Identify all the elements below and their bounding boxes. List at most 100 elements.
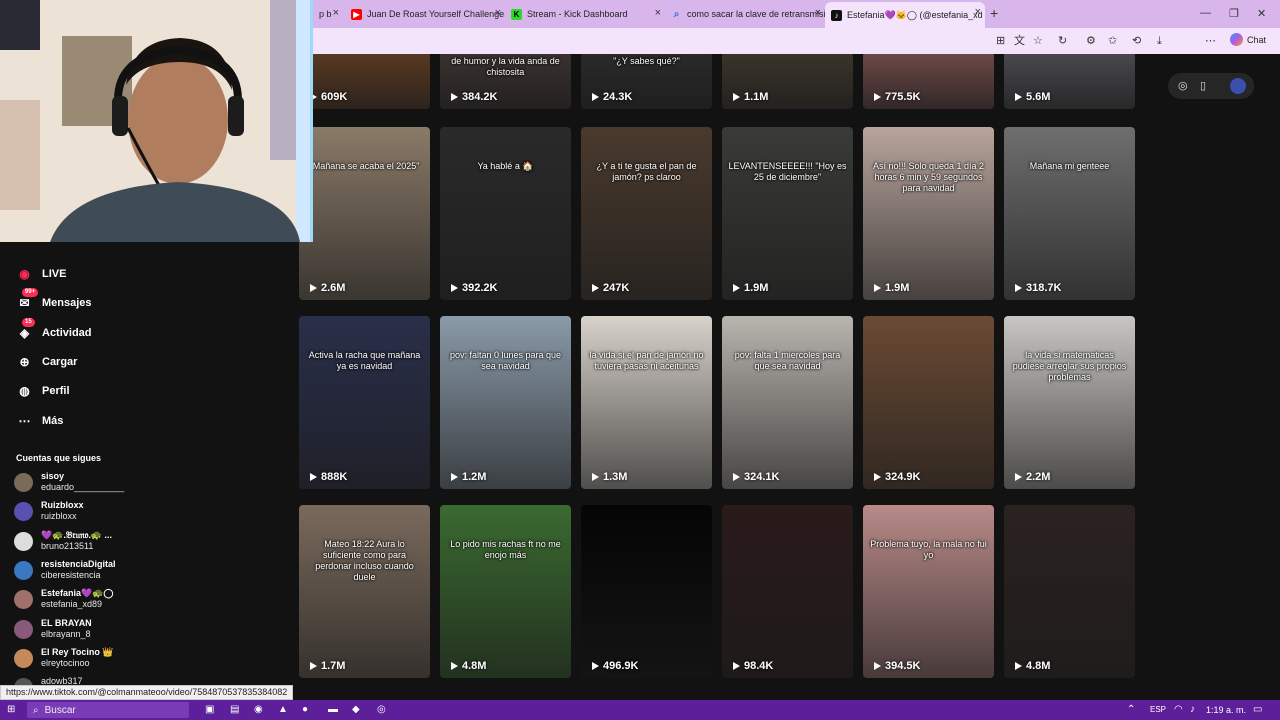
compass-icon[interactable]: ◎ xyxy=(1178,79,1188,93)
search-placeholder: Buscar xyxy=(44,704,76,716)
sidebar-item-perfil[interactable]: ◍ Perfil xyxy=(16,382,69,399)
video-tile[interactable]: pov: falta 1 miercoles para que sea navi… xyxy=(722,316,853,489)
tab-label: Estefania💜🐱◯ (@estefania_xd xyxy=(847,9,983,20)
following-account[interactable]: EL BRAYAN elbrayann_8 xyxy=(14,618,92,640)
video-tile[interactable]: LEVANTENSEEEE!!! "Hoy es 25 de diciembre… xyxy=(722,127,853,300)
video-tile[interactable]: "Mañana se acaba el 2025" 2.6M xyxy=(299,127,430,300)
video-tile[interactable]: 496.9K xyxy=(581,505,712,678)
video-tile[interactable]: Mañana mi genteee 318.7K xyxy=(1004,127,1135,300)
close-tab-icon[interactable]: × xyxy=(655,8,661,19)
account-username: bruno213511 xyxy=(41,540,94,551)
video-tile[interactable]: la vida si el pan de jamón no tuviera pa… xyxy=(581,316,712,489)
sidebar-item-ms[interactable]: ⋯ Más xyxy=(16,412,64,429)
volume-icon[interactable]: ♪ xyxy=(1190,703,1195,717)
following-account[interactable]: resistenciaDigital ciberesistencia xyxy=(14,559,116,581)
close-tab-icon[interactable]: × xyxy=(495,8,501,19)
view-count: 4.8M xyxy=(1015,660,1050,672)
view-count: 609K xyxy=(310,91,347,103)
avatar xyxy=(14,619,33,639)
download-icon[interactable]: ⤓ xyxy=(1157,34,1162,48)
view-count: 2.2M xyxy=(1015,471,1050,483)
play-icon xyxy=(874,662,881,670)
browser-tab[interactable]: ⌕ como sacar la clave de retransmisi × xyxy=(665,3,825,25)
sidebar-item-mensajes[interactable]: ✉ 99+ Mensajes xyxy=(16,288,92,311)
video-tile[interactable]: Activa la racha que mañana ya es navidad… xyxy=(299,316,430,489)
windows-start-icon[interactable]: ⊞ xyxy=(7,703,15,717)
restore-icon[interactable]: ❐ xyxy=(1229,7,1239,20)
close-tab-icon[interactable]: × xyxy=(333,8,339,19)
edge-icon[interactable]: ◉ xyxy=(254,703,263,717)
following-account[interactable]: Estefania💜🐢◯ estefania_xd89 xyxy=(14,588,114,610)
translate-icon[interactable]: 文 xyxy=(1014,34,1025,48)
copilot-chat-button[interactable]: Chat xyxy=(1229,33,1266,46)
view-count: 247K xyxy=(592,282,629,294)
video-tile[interactable]: 1.1M xyxy=(722,54,853,109)
video-tile[interactable]: Ya hablé a 🏠 392.2K xyxy=(440,127,571,300)
video-tile[interactable]: de humor y la vida anda de chistosita 384… xyxy=(440,54,571,109)
more-options-icon[interactable]: ⋯ xyxy=(1205,34,1216,48)
view-count: 318.7K xyxy=(1015,282,1061,294)
video-tile[interactable]: 324.9K xyxy=(863,316,994,489)
obs-icon[interactable]: ◎ xyxy=(377,703,386,717)
favorites-icon[interactable]: ✩ xyxy=(1108,34,1117,48)
video-tile[interactable]: ¿Y a ti te gusta el pan de jamón? ps cla… xyxy=(581,127,712,300)
video-tile[interactable]: Problema tuyo, la mala no fui yo 394.5K xyxy=(863,505,994,678)
windows-taskbar: ⊞ ⌕ Buscar ▣ ▤ ◉ ▲ ● ▬ ◆ ◎ ⌃ ESP ◠ ♪ 1:1… xyxy=(0,700,1280,720)
video-tile[interactable]: 5.6M xyxy=(1004,54,1135,109)
close-window-icon[interactable]: ✕ xyxy=(1257,7,1266,20)
video-tile[interactable]: Lo pido mis rachas ft no me enojo más 4.8… xyxy=(440,505,571,678)
mobile-icon[interactable]: ▯ xyxy=(1200,79,1206,93)
video-tile[interactable]: 775.5K xyxy=(863,54,994,109)
following-account[interactable]: El Rey Tocino 👑 elreytocinoo xyxy=(14,647,114,669)
close-tab-icon[interactable]: × xyxy=(975,7,981,18)
apps-icon[interactable]: ⊞ xyxy=(996,34,1005,48)
video-caption: Activa la racha que mañana ya es navidad xyxy=(308,350,421,371)
tray-arrow-icon[interactable]: ⌃ xyxy=(1127,703,1135,717)
language-indicator[interactable]: ESP xyxy=(1150,703,1166,717)
play-icon xyxy=(592,662,599,670)
following-account[interactable]: Ruizbloxx ruizbloxx xyxy=(14,500,84,522)
browser-tab[interactable]: ▶ Juan De Roast Yourself Challenge × xyxy=(345,3,505,25)
sidebar-item-live[interactable]: ◉ LIVE xyxy=(16,265,66,282)
view-count: 1.9M xyxy=(733,282,768,294)
taskview-icon[interactable]: ▣ xyxy=(205,703,214,717)
browser-tab[interactable]: p b × xyxy=(313,3,343,25)
video-tile[interactable]: Así no!!! Solo queda 1 día 2 horas 6 min… xyxy=(863,127,994,300)
video-tile[interactable]: la vida si matematicas pudiese arreglar … xyxy=(1004,316,1135,489)
app-icon[interactable]: ▬ xyxy=(328,703,338,717)
close-tab-icon[interactable]: × xyxy=(815,8,821,19)
file-explorer-icon[interactable]: ▤ xyxy=(230,703,239,717)
account-names: Ruizbloxx ruizbloxx xyxy=(41,500,84,522)
sidebar-item-actividad[interactable]: ◈ 15 Actividad xyxy=(16,318,92,341)
taskbar-search[interactable]: ⌕ Buscar xyxy=(27,702,189,718)
refresh-icon[interactable]: ↻ xyxy=(1058,34,1067,48)
video-tile[interactable]: 609K xyxy=(299,54,430,109)
history-icon[interactable]: ⟲ xyxy=(1132,34,1141,48)
sidebar-item-cargar[interactable]: ⊕ Cargar xyxy=(16,353,77,370)
account-names: 💜🐢.𝔅𝔯𝔲𝔫𝔬.🐢 ... bruno213511 xyxy=(41,530,112,552)
new-tab-icon[interactable]: + xyxy=(990,6,998,20)
app-icon[interactable]: ▲ xyxy=(278,703,288,717)
video-tile[interactable]: pov: faltan 0 lunes para que sea navidad… xyxy=(440,316,571,489)
app-icon[interactable]: ◆ xyxy=(352,703,360,717)
following-account[interactable]: sisoy eduardo__________ xyxy=(14,471,124,493)
app-icon[interactable]: ● xyxy=(302,703,308,717)
video-tile[interactable]: Mateo 18:22 Aura lo suficiente como para… xyxy=(299,505,430,678)
extensions-icon[interactable]: ⚙ xyxy=(1086,34,1096,48)
minimize-icon[interactable]: — xyxy=(1200,7,1211,19)
browser-tab[interactable]: K Stream - Kick Dashboard × xyxy=(505,3,665,25)
following-account[interactable]: 💜🐢.𝔅𝔯𝔲𝔫𝔬.🐢 ... bruno213511 xyxy=(14,530,112,552)
view-count-value: 324.1K xyxy=(744,471,780,483)
video-tile[interactable]: "¿Y sabes qué?" 24.3K xyxy=(581,54,712,109)
video-tile[interactable]: 4.8M xyxy=(1004,505,1135,678)
browser-tab-active[interactable]: ♪ Estefania💜🐱◯ (@estefania_xd × xyxy=(825,2,985,28)
favorite-star-icon[interactable]: ☆ xyxy=(1033,34,1043,48)
video-tile[interactable]: 98.4K xyxy=(722,505,853,678)
account-display-name: El Rey Tocino 👑 xyxy=(41,646,114,657)
account-display-name: 💜🐢.𝔅𝔯𝔲𝔫𝔬.🐢 ... xyxy=(41,529,113,540)
wifi-icon[interactable]: ◠ xyxy=(1174,703,1183,717)
account-avatar[interactable] xyxy=(1230,78,1246,94)
account-display-name: Estefania💜🐢◯ xyxy=(41,588,114,599)
avatar xyxy=(14,502,33,522)
notifications-icon[interactable]: ▭ xyxy=(1253,703,1262,717)
